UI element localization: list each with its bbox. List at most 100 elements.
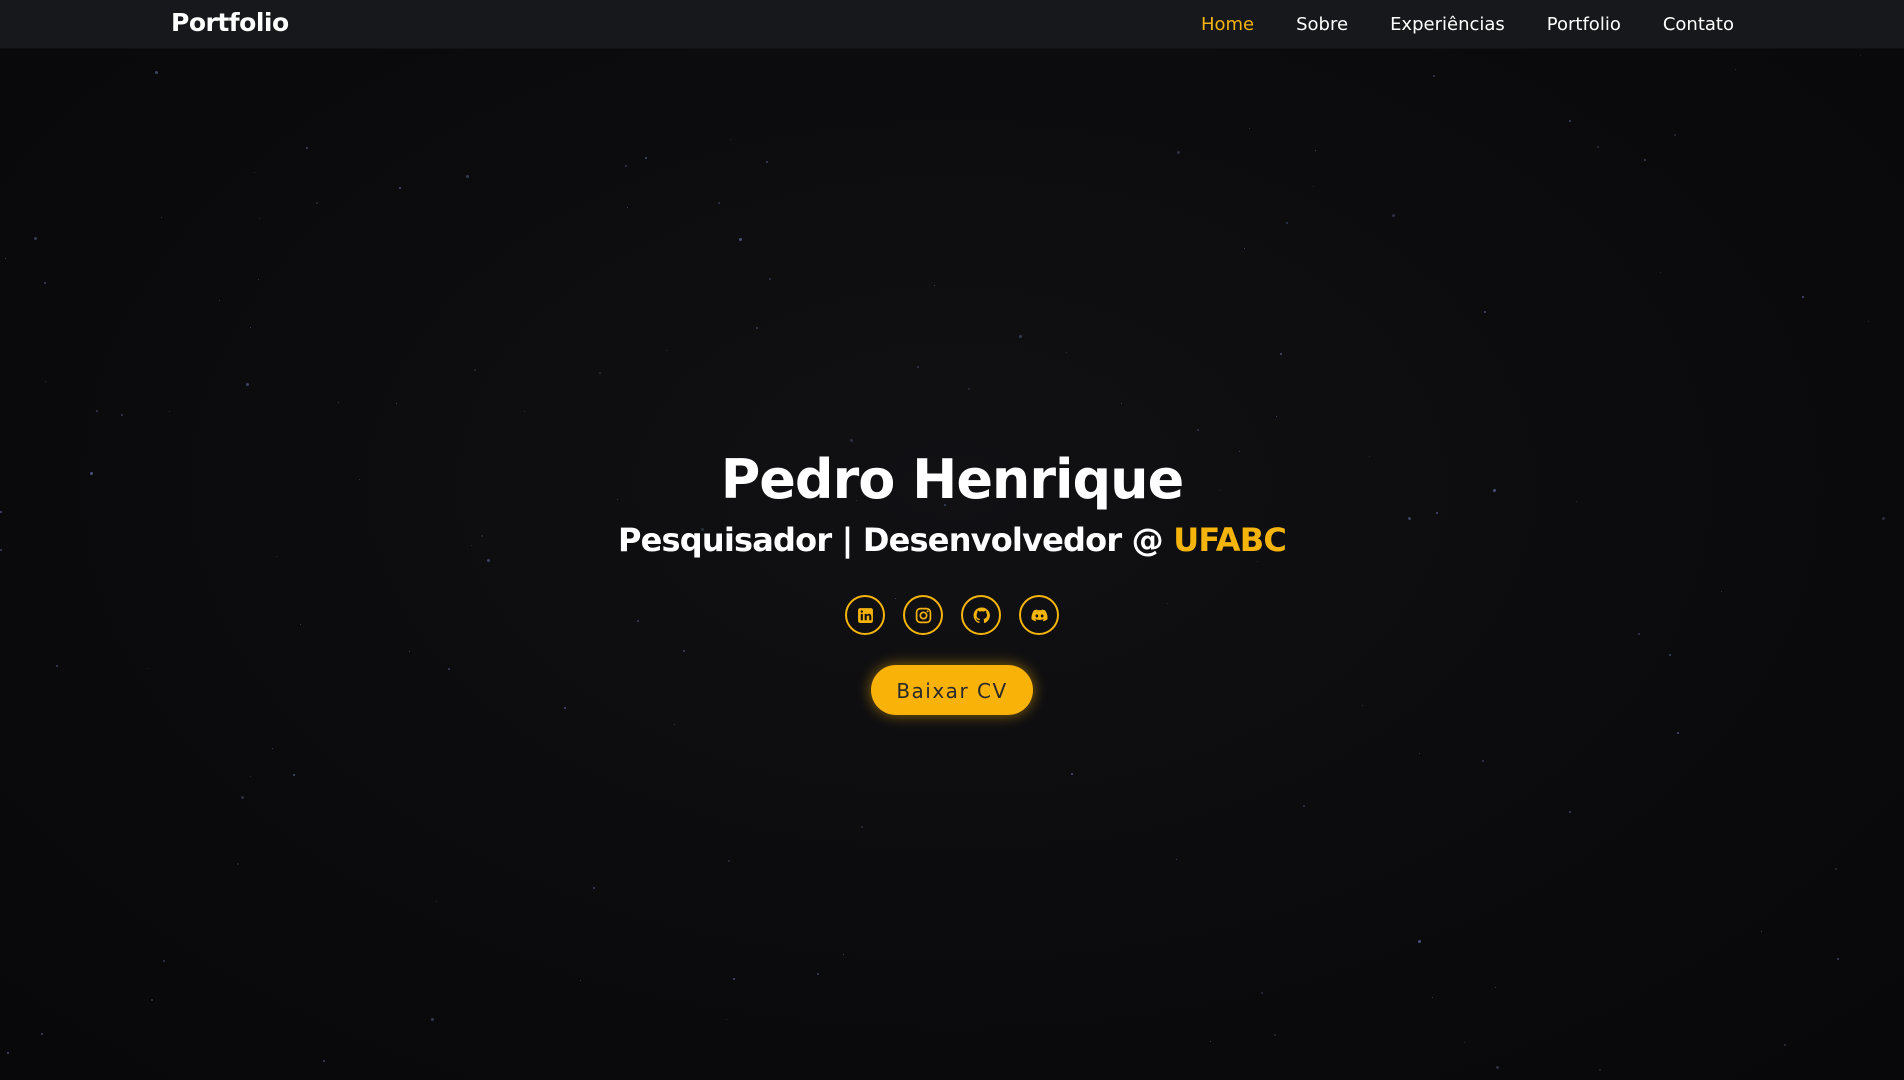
- page: Portfolio Home Sobre Experiências Portfo…: [0, 0, 1904, 1080]
- star-dot: [934, 285, 935, 286]
- star-dot: [161, 217, 162, 218]
- star-dot: [1276, 416, 1277, 417]
- star-dot: [246, 383, 249, 386]
- star-dot: [524, 411, 525, 412]
- star-dot: [399, 187, 401, 189]
- star-dot: [254, 172, 255, 173]
- star-dot: [1066, 352, 1067, 353]
- star-dot: [850, 439, 853, 442]
- hero-name: Pedro Henrique: [720, 448, 1185, 511]
- star-dot: [1418, 940, 1421, 943]
- star-dot: [627, 207, 628, 208]
- github-link[interactable]: [961, 595, 1001, 635]
- star-dot: [163, 960, 165, 962]
- star-dot: [1280, 353, 1282, 355]
- star-dot: [843, 954, 844, 955]
- star-dot: [1392, 214, 1395, 217]
- star-dot: [1599, 1069, 1601, 1071]
- instagram-link[interactable]: [903, 595, 943, 635]
- star-dot: [316, 202, 318, 204]
- star-dot: [250, 776, 251, 777]
- star-dot: [1071, 773, 1073, 775]
- star-dot: [580, 980, 581, 981]
- star-dot: [1837, 958, 1839, 960]
- star-dot: [436, 901, 437, 902]
- star-dot: [1597, 146, 1599, 148]
- star-dot: [1644, 159, 1646, 161]
- star-dot: [169, 411, 170, 412]
- star-dot: [1210, 1041, 1211, 1042]
- star-dot: [593, 887, 595, 889]
- star-dot: [1419, 753, 1420, 754]
- star-dot: [728, 860, 730, 862]
- star-dot: [861, 826, 863, 828]
- star-dot: [272, 748, 273, 749]
- nav-link-contato[interactable]: Contato: [1663, 14, 1734, 35]
- linkedin-icon: [857, 607, 874, 624]
- star-dot: [1835, 868, 1837, 870]
- star-dot: [474, 369, 476, 371]
- star-dot: [739, 238, 742, 241]
- star-dot: [1249, 128, 1250, 129]
- star-dot: [1784, 1044, 1786, 1046]
- star-dot: [1802, 296, 1804, 298]
- star-dot: [96, 410, 98, 412]
- star-dot: [259, 218, 260, 219]
- social-links: [0, 595, 1904, 635]
- star-dot: [1677, 732, 1679, 734]
- star-dot: [219, 300, 220, 301]
- star-dot: [766, 161, 768, 163]
- star-dot: [674, 724, 675, 725]
- star-dot: [645, 157, 647, 159]
- star-dot: [1433, 75, 1435, 77]
- star-dot: [769, 278, 771, 280]
- star-dot: [817, 973, 819, 975]
- star-dot: [258, 279, 259, 280]
- star-dot: [733, 978, 735, 980]
- star-dot: [306, 147, 308, 149]
- star-dot: [1860, 55, 1861, 56]
- star-dot: [1761, 931, 1762, 932]
- star-dot: [431, 1018, 434, 1021]
- star-dot: [1569, 120, 1571, 122]
- star-dot: [1244, 248, 1245, 249]
- hero-section: Pedro Henrique Pesquisador | Desenvolved…: [0, 445, 1904, 715]
- instagram-icon: [915, 607, 932, 624]
- star-dot: [5, 258, 6, 259]
- brand-logo[interactable]: Portfolio: [171, 8, 289, 37]
- star-dot: [1177, 151, 1180, 154]
- star-dot: [241, 796, 244, 799]
- star-dot: [323, 1060, 325, 1062]
- star-dot: [1868, 321, 1869, 322]
- star-dot: [44, 282, 46, 284]
- star-dot: [151, 999, 153, 1001]
- star-dot: [666, 350, 667, 351]
- star-dot: [968, 388, 970, 390]
- hero-subtitle-text: Pesquisador | Desenvolvedor @: [617, 521, 1164, 559]
- nav-link-home[interactable]: Home: [1201, 14, 1254, 35]
- nav-link-experiencias[interactable]: Experiências: [1390, 14, 1505, 35]
- star-dot: [718, 202, 720, 204]
- nav-link-sobre[interactable]: Sobre: [1296, 14, 1348, 35]
- star-dot: [730, 139, 731, 140]
- star-dot: [155, 71, 158, 74]
- star-dot: [237, 863, 239, 865]
- nav-link-portfolio[interactable]: Portfolio: [1547, 14, 1621, 35]
- star-dot: [396, 403, 397, 404]
- download-cv-button[interactable]: Baixar CV: [871, 665, 1033, 715]
- hero-subtitle: Pesquisador | Desenvolvedor @ UFABC: [0, 517, 1904, 563]
- discord-link[interactable]: [1019, 595, 1059, 635]
- star-dot: [756, 327, 758, 329]
- star-dot: [1274, 1034, 1276, 1036]
- star-dot: [1286, 222, 1288, 224]
- star-dot: [1484, 311, 1486, 313]
- hero-subtitle-highlight: UFABC: [1173, 521, 1287, 559]
- discord-icon: [1030, 607, 1048, 624]
- star-dot: [1315, 150, 1316, 151]
- star-dot: [599, 372, 601, 374]
- star-dot: [1313, 186, 1314, 187]
- star-dot: [917, 366, 919, 368]
- star-dot: [1495, 987, 1496, 988]
- star-dot: [1569, 811, 1571, 813]
- linkedin-link[interactable]: [845, 595, 885, 635]
